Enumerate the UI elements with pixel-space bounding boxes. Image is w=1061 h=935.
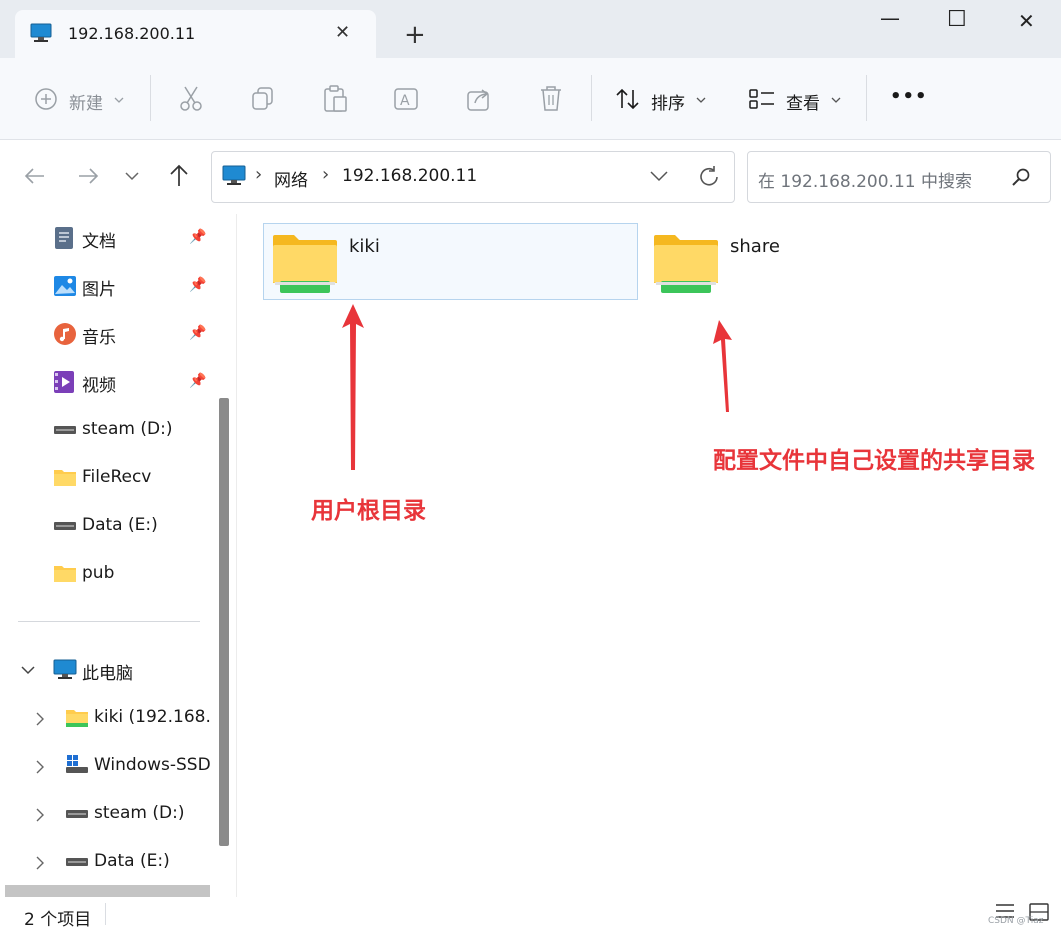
folder-icon: [54, 566, 76, 582]
breadcrumb-network[interactable]: 网络: [274, 166, 308, 191]
watermark: CSDN @Tiaz: [988, 916, 1044, 926]
sidebar-item-pub[interactable]: pub: [82, 563, 114, 583]
maximize-icon[interactable]: ☐: [947, 7, 967, 32]
view-button[interactable]: 查看: [786, 89, 820, 114]
sort-button[interactable]: 排序: [651, 89, 685, 114]
tab-close-icon[interactable]: ✕: [335, 22, 350, 43]
drive-icon: [66, 858, 88, 866]
sidebar-scrollbar-thumb[interactable]: [219, 398, 229, 846]
sidebar-item-videos[interactable]: 视频: [82, 371, 116, 396]
network-folder-icon: [66, 710, 88, 727]
drive-icon: [54, 426, 76, 434]
breadcrumb-separator-2: ›: [322, 164, 330, 185]
item-count: 2 个项目: [24, 910, 92, 930]
tab-title: 192.168.200.11: [68, 24, 196, 43]
documents-icon: [55, 227, 73, 249]
back-arrow-icon[interactable]: [23, 165, 47, 187]
network-computer-icon: [30, 23, 52, 42]
rename-icon[interactable]: A: [393, 86, 421, 112]
expand-chevron-right-icon[interactable]: [34, 807, 46, 823]
new-plus-icon: [35, 88, 57, 110]
new-tab-icon[interactable]: +: [404, 22, 426, 48]
new-button[interactable]: 新建: [69, 89, 103, 114]
expand-chevron-right-icon[interactable]: [34, 855, 46, 871]
annotation-arrow-icon: [342, 304, 364, 470]
sidebar-item-documents[interactable]: 文档: [82, 227, 116, 252]
music-icon: [54, 323, 76, 345]
videos-icon: [54, 371, 74, 393]
pin-icon[interactable]: 📌: [189, 229, 206, 245]
sidebar-divider: [18, 621, 200, 622]
pin-icon[interactable]: 📌: [189, 277, 206, 293]
expand-chevron-right-icon[interactable]: [34, 759, 46, 775]
cut-icon[interactable]: [178, 85, 204, 113]
pictures-icon: [54, 276, 76, 296]
sidebar-item-kiki-share[interactable]: kiki (192.168.: [94, 707, 210, 727]
status-divider: [105, 903, 106, 925]
folder-name-share: share: [730, 236, 780, 257]
refresh-icon[interactable]: [697, 165, 721, 189]
expand-chevron-right-icon[interactable]: [34, 711, 46, 727]
status-bar: [0, 897, 1061, 935]
pane-divider: [236, 214, 237, 897]
up-arrow-icon[interactable]: [168, 164, 190, 188]
expand-chevron-down-icon[interactable]: [20, 664, 36, 676]
sidebar-item-data[interactable]: Data (E:): [82, 515, 158, 535]
folder-name-kiki: kiki: [349, 236, 380, 257]
sidebar-item-filerecv[interactable]: FileRecv: [82, 467, 151, 487]
breadcrumb-host[interactable]: 192.168.200.11: [342, 166, 477, 186]
share-icon[interactable]: [466, 86, 492, 112]
annotation-arrow-icon: [713, 320, 732, 412]
this-pc-icon: [53, 659, 77, 679]
sidebar-horizontal-scrollbar[interactable]: [5, 885, 210, 897]
more-options-icon[interactable]: •••: [890, 86, 928, 107]
sidebar-item-pictures[interactable]: 图片: [82, 275, 116, 300]
search-placeholder: 在 192.168.200.11 中搜索: [758, 172, 972, 192]
forward-arrow-icon[interactable]: [76, 165, 100, 187]
network-folder-icon: [273, 235, 337, 293]
drive-icon: [54, 522, 76, 530]
sort-icon: [616, 88, 639, 110]
folder-icon: [54, 470, 76, 486]
annotation-user-root: 用户根目录: [311, 498, 426, 524]
copy-icon[interactable]: [251, 86, 275, 112]
view-chevron-icon: [831, 97, 841, 103]
drive-icon: [66, 810, 88, 818]
sidebar-item-windows-ssd[interactable]: Windows-SSD: [94, 755, 210, 775]
pin-icon[interactable]: 📌: [189, 373, 206, 389]
delete-icon[interactable]: [539, 85, 563, 113]
sidebar-item-steam[interactable]: steam (D:): [82, 419, 172, 439]
sidebar-item-data-pc[interactable]: Data (E:): [94, 851, 170, 871]
annotation-share-dir: 配置文件中自己设置的共享目录: [713, 448, 1035, 474]
address-computer-icon: [222, 165, 246, 185]
sidebar-item-music[interactable]: 音乐: [82, 323, 116, 348]
search-icon[interactable]: [1011, 167, 1031, 187]
chevron-down-icon: [114, 97, 124, 103]
minimize-icon[interactable]: —: [880, 6, 900, 30]
address-dropdown-icon[interactable]: [649, 170, 669, 182]
window-close-icon[interactable]: ✕: [1018, 9, 1035, 33]
sort-chevron-icon: [696, 97, 706, 103]
sidebar-item-steam-pc[interactable]: steam (D:): [94, 803, 184, 823]
breadcrumb-separator: ›: [255, 164, 263, 185]
pin-icon[interactable]: 📌: [189, 325, 206, 341]
svg-text:A: A: [400, 93, 410, 109]
paste-icon[interactable]: [322, 85, 348, 113]
sidebar-item-this-pc[interactable]: 此电脑: [82, 659, 133, 684]
windows-drive-icon: [66, 755, 88, 773]
view-icon: [749, 89, 774, 109]
recent-chevron-icon[interactable]: [124, 170, 140, 182]
